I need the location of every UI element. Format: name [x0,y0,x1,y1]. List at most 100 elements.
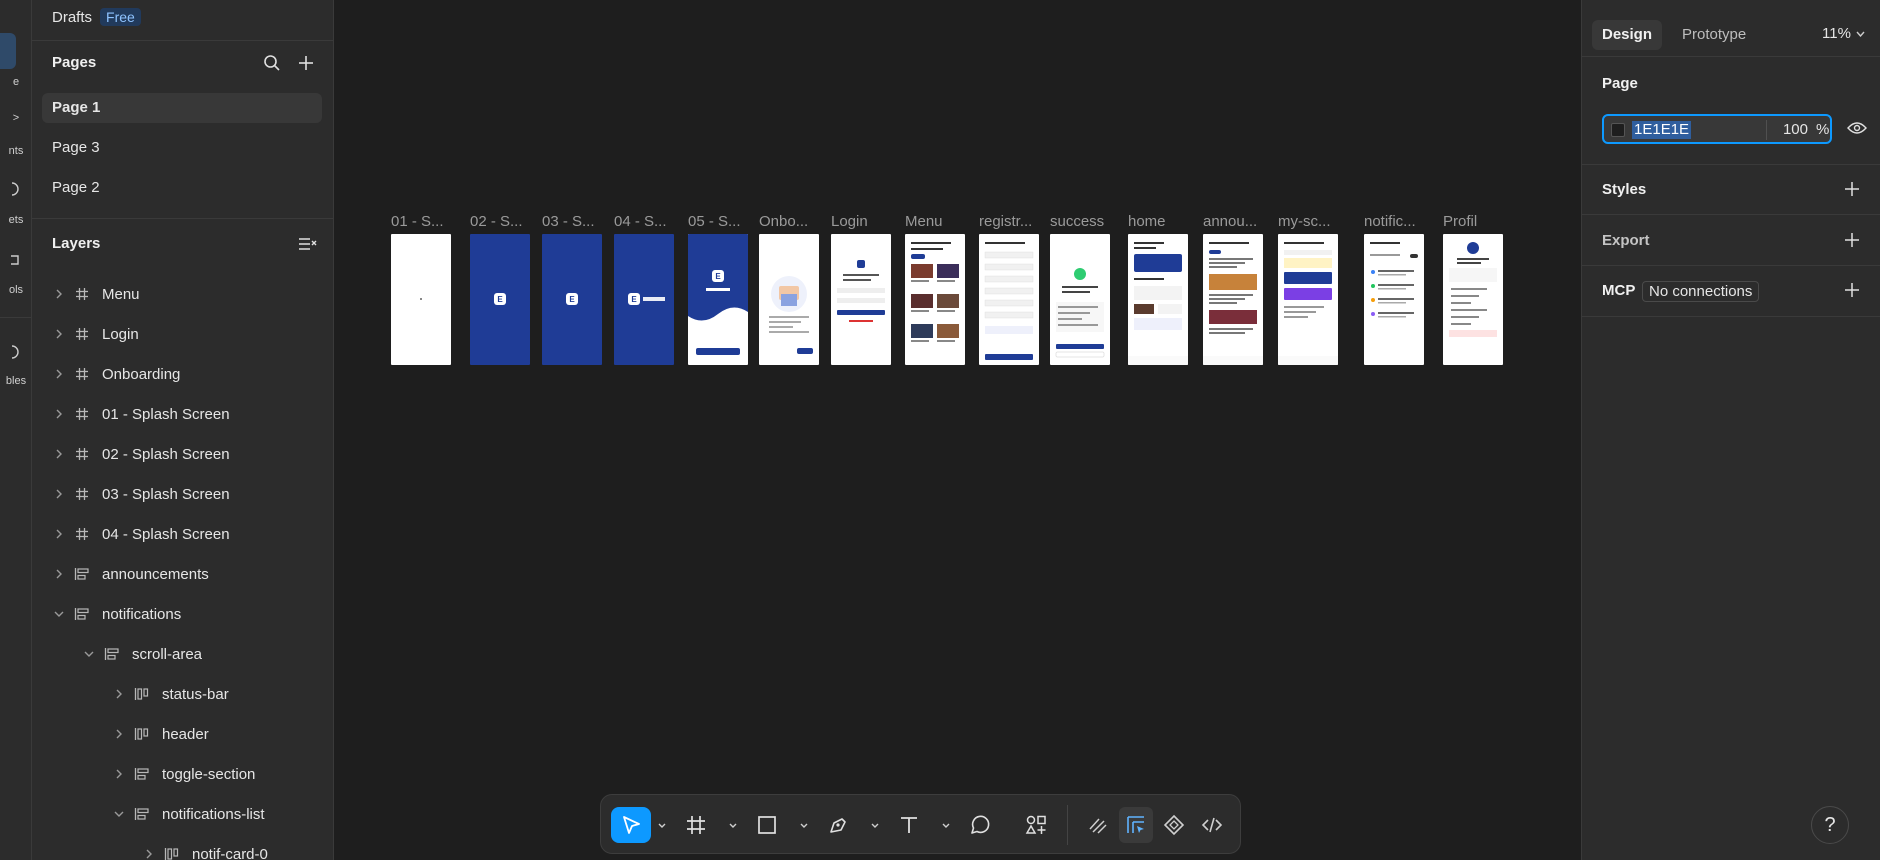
chevron-right-icon[interactable] [52,287,66,301]
fill-hex-input[interactable]: 1E1E1E [1632,121,1692,139]
chevron-right-icon[interactable] [52,487,66,501]
chevron-right-icon[interactable] [52,447,66,461]
page-item-1[interactable]: Page 1 [42,93,322,123]
rail-label-tools[interactable]: ols [0,284,31,296]
canvas[interactable]: 01 - S... 02 - S... E 03 - S... E 04 - S... E 0… [334,0,1581,860]
rail-label-variables[interactable]: bles [0,375,31,387]
chevron-down-icon[interactable] [82,647,96,661]
chevron-right-icon[interactable] [112,687,126,701]
collapse-layers-icon[interactable] [296,232,320,256]
frame-thumbnail[interactable]: E [614,234,674,365]
layer-row[interactable]: notifications [52,594,181,634]
rail-label-components[interactable]: nts [0,145,31,157]
frame-label[interactable]: 04 - S... [614,213,667,230]
layer-row[interactable]: Login [52,314,139,354]
frame-thumbnail[interactable] [759,234,819,365]
frame-label[interactable]: 02 - S... [470,213,523,230]
frame-thumbnail[interactable] [391,234,451,365]
tab-design[interactable]: Design [1592,20,1663,50]
frame-label[interactable]: Menu [905,213,943,230]
frame-label[interactable]: Onbo... [759,213,808,230]
add-export-icon[interactable] [1842,230,1862,250]
chevron-down-icon[interactable] [52,607,66,621]
layer-row[interactable]: 01 - Splash Screen [52,394,230,434]
rail-label-file[interactable]: e [0,76,31,88]
chevron-right-icon[interactable] [52,327,66,341]
page-item-3[interactable]: Page 3 [42,133,322,163]
layer-row[interactable]: Menu [52,274,140,314]
text-tool-icon[interactable] [894,807,924,843]
frame-label[interactable]: annou... [1203,213,1257,230]
frame-label[interactable]: 03 - S... [542,213,595,230]
layer-row[interactable]: 04 - Splash Screen [52,514,230,554]
layer-row[interactable]: announcements [52,554,209,594]
prototype-mode-icon[interactable] [1157,807,1191,843]
rail-assets-icon[interactable]: > [0,112,31,124]
zoom-control[interactable]: 11% [1822,25,1865,42]
dev-mode-icon[interactable] [1195,807,1229,843]
chevron-right-icon[interactable] [52,527,66,541]
help-button[interactable]: ? [1811,806,1849,844]
chevron-down-icon[interactable] [112,807,126,821]
frame-thumbnail[interactable] [1050,234,1110,365]
layer-row[interactable]: Onboarding [52,354,180,394]
tab-prototype[interactable]: Prototype [1672,20,1756,50]
rail-label-assets[interactable]: ets [0,214,31,226]
add-style-icon[interactable] [1842,179,1862,199]
page-fill-field[interactable]: 1E1E1E 100 % [1602,114,1832,144]
rail-variables-icon[interactable] [0,345,31,362]
chevron-right-icon[interactable] [52,407,66,421]
rail-active-indicator[interactable] [0,33,16,69]
frame-label[interactable]: success [1050,213,1104,230]
eye-icon[interactable] [1845,116,1869,140]
chevron-right-icon[interactable] [52,567,66,581]
actions-tool-icon[interactable] [1022,807,1052,843]
frame-tool-icon[interactable] [681,807,711,843]
file-location[interactable]: Drafts Free [52,8,141,26]
add-page-icon[interactable] [294,51,318,75]
layer-row[interactable]: 03 - Splash Screen [52,474,230,514]
layer-row[interactable]: toggle-section [112,754,255,794]
chevron-right-icon[interactable] [142,847,156,860]
design-mode-icon[interactable] [1119,807,1153,843]
add-mcp-icon[interactable] [1842,280,1862,300]
text-tool-chevron-down-icon[interactable] [941,821,951,831]
search-pages-icon[interactable] [260,51,284,75]
rail-circle-icon[interactable] [0,182,31,199]
layer-row[interactable]: status-bar [112,674,229,714]
drafts-label[interactable]: Drafts [52,9,92,26]
frame-thumbnail[interactable] [1443,234,1503,365]
move-tool-icon[interactable] [611,807,651,843]
layer-row[interactable]: notifications-list [112,794,265,834]
fill-swatch[interactable] [1611,123,1625,137]
frame-label[interactable]: 01 - S... [391,213,444,230]
frame-label[interactable]: Profil [1443,213,1477,230]
frame-thumbnail[interactable]: E [470,234,530,365]
rectangle-tool-chevron-down-icon[interactable] [799,821,809,831]
fill-opacity-input[interactable]: 100 [1776,121,1808,138]
pen-tool-chevron-down-icon[interactable] [870,821,880,831]
chevron-right-icon[interactable] [112,767,126,781]
layer-row[interactable]: header [112,714,209,754]
frame-thumbnail[interactable] [1203,234,1263,365]
frame-thumbnail[interactable] [905,234,965,365]
layer-row[interactable]: scroll-area [82,634,202,674]
frame-thumbnail[interactable] [1364,234,1424,365]
pen-tool-icon[interactable] [823,807,853,843]
comment-tool-icon[interactable] [965,807,995,843]
rail-plugins-icon[interactable] [0,252,31,269]
chevron-right-icon[interactable] [112,727,126,741]
page-item-2[interactable]: Page 2 [42,173,322,203]
layer-row[interactable]: 02 - Splash Screen [52,434,230,474]
frame-label[interactable]: 05 - S... [688,213,741,230]
frame-label[interactable]: registr... [979,213,1032,230]
move-tool-chevron-down-icon[interactable] [657,821,667,831]
layer-row[interactable]: notif-card-0 [142,834,268,860]
frame-label[interactable]: home [1128,213,1166,230]
frame-thumbnail[interactable]: E [542,234,602,365]
frame-thumbnail[interactable] [831,234,891,365]
frame-thumbnail[interactable] [1278,234,1338,365]
frame-label[interactable]: notific... [1364,213,1416,230]
frame-tool-chevron-down-icon[interactable] [728,821,738,831]
frame-label[interactable]: Login [831,213,868,230]
